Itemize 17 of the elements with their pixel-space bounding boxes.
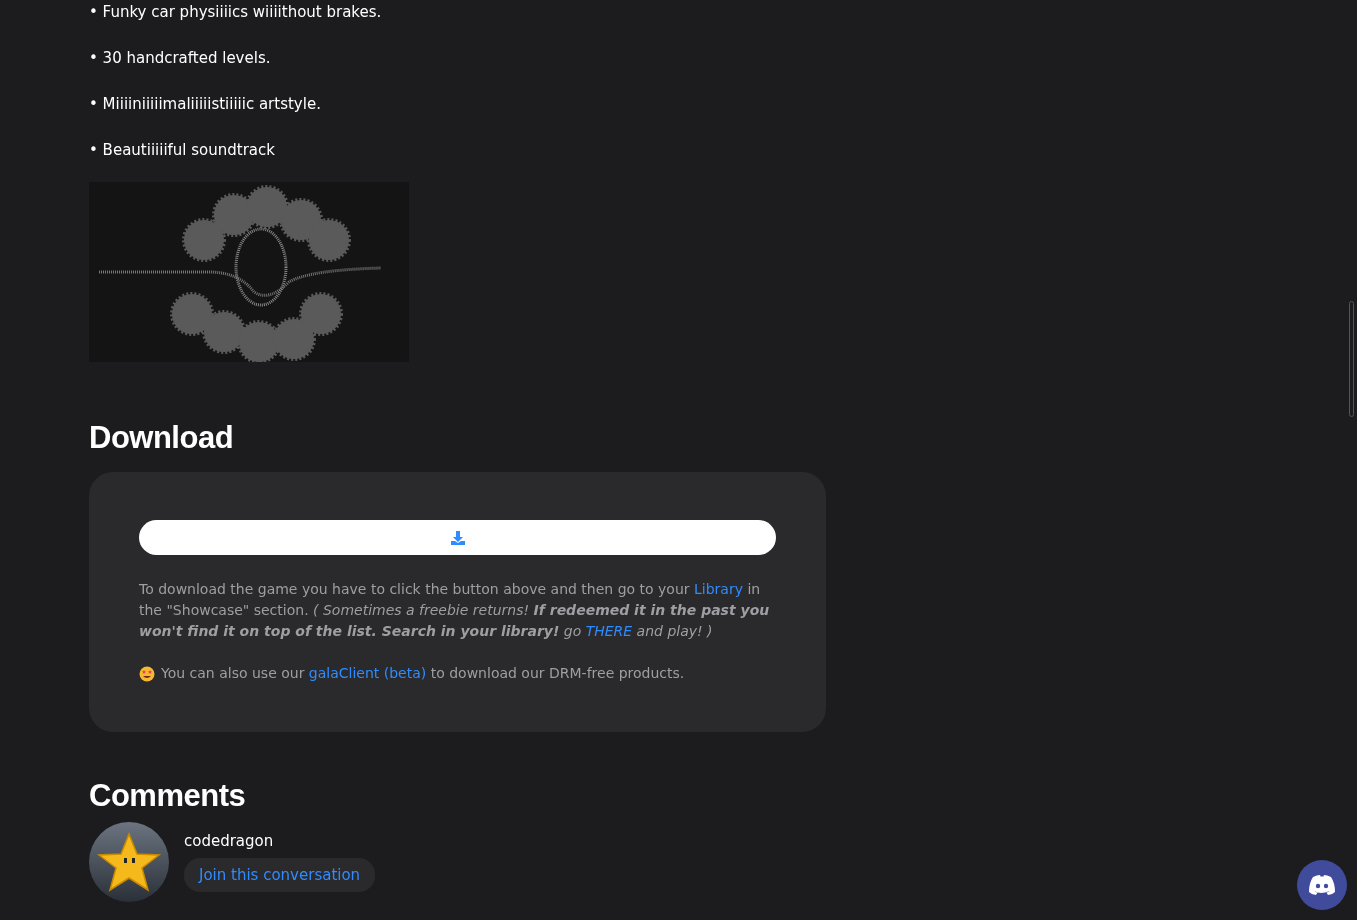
emoji-icon bbox=[139, 665, 155, 682]
client-note: You can also use our galaClient (beta) to download our DRM-free products. bbox=[161, 664, 685, 683]
feature-text: • Miiiiniiiiimaliiiiistiiiiic artstyle. bbox=[89, 94, 322, 114]
text-link[interactable]: Library bbox=[694, 581, 743, 597]
text-link[interactable]: galaClient (beta) bbox=[308, 665, 427, 681]
section-heading: Download bbox=[89, 420, 235, 456]
scrollbar-thumb[interactable] bbox=[1349, 301, 1354, 417]
join-conversation-button[interactable]: Join this conversation bbox=[184, 858, 376, 892]
comment-author: codedragon bbox=[184, 832, 274, 850]
download-instructions: To download the game you have to click the button above and then go to your Library in the "Showcase" section. ( Sometimes a freebie returns! If redeemed it in the past you won't find it on top of the list. Search in your library! go THERE and play! ) bbox=[139, 580, 771, 641]
feature-text: • Funky car physiiiics wiiiithout brakes. bbox=[89, 2, 383, 22]
section-heading: Comments bbox=[89, 778, 247, 814]
chat-button[interactable] bbox=[1297, 860, 1347, 910]
feature-text: • Beautiiiiiful soundtrack bbox=[89, 140, 276, 160]
text-link[interactable]: THERE bbox=[585, 623, 633, 639]
feature-text: • 30 handcrafted levels. bbox=[89, 48, 272, 68]
download-icon bbox=[449, 529, 466, 546]
